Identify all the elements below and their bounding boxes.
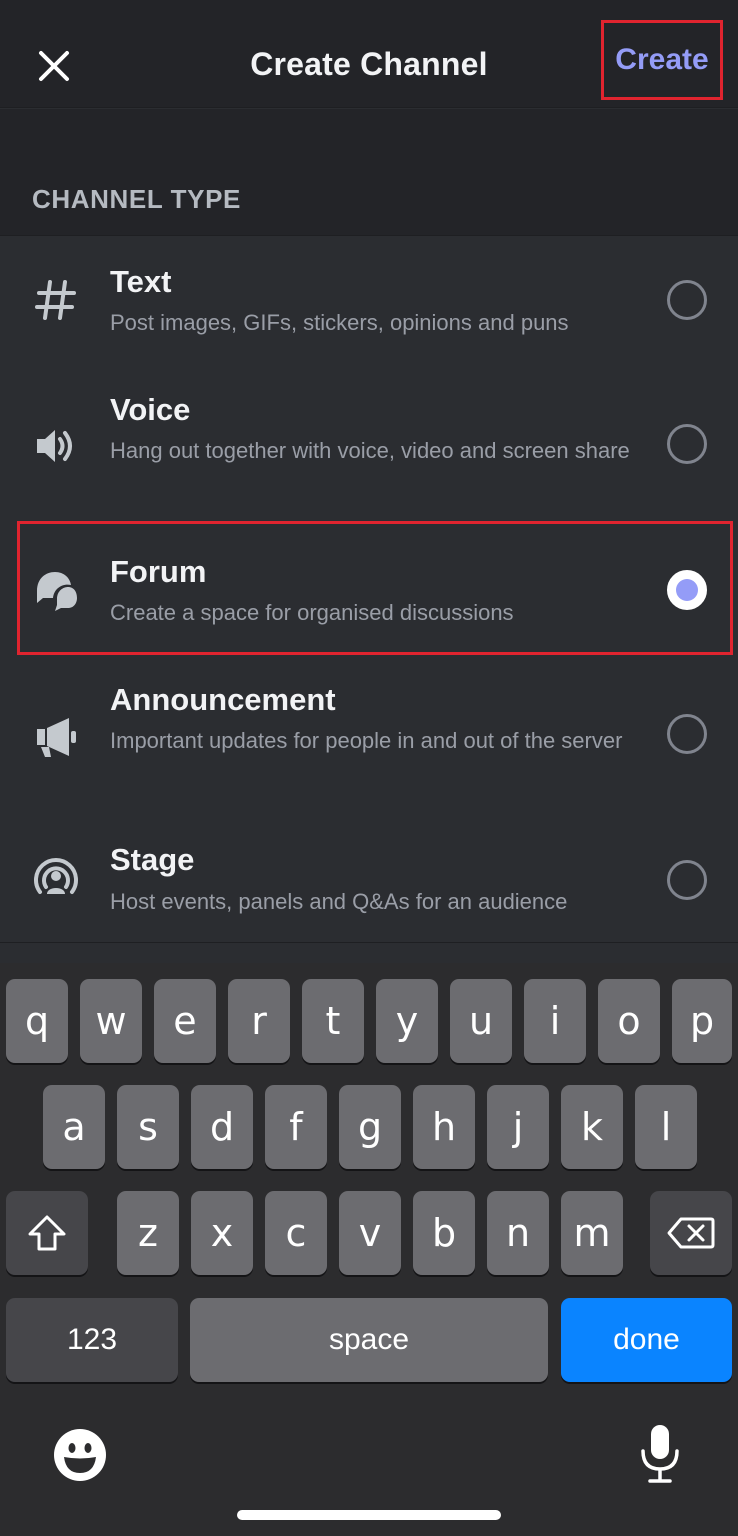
key-s[interactable]: s [117,1085,179,1169]
channel-type-description: Host events, panels and Q&As for an audi… [110,889,568,914]
radio-voice[interactable] [667,424,707,464]
space-key[interactable]: space [190,1298,548,1382]
channel-type-label: CHANNEL TYPE [32,184,241,214]
create-channel-screen: Create Channel Create CHANNEL TYPE Text … [0,0,738,1536]
key-f[interactable]: f [265,1085,327,1169]
key-a[interactable]: a [43,1085,105,1169]
radio-selected-dot [676,579,698,601]
key-j[interactable]: j [487,1085,549,1169]
hash-icon [30,274,82,326]
header-bar: Create Channel Create [0,0,738,108]
radio-stage[interactable] [667,860,707,900]
key-g[interactable]: g [339,1085,401,1169]
key-l[interactable]: l [635,1085,697,1169]
key-o[interactable]: o [598,979,660,1063]
key-y[interactable]: y [376,979,438,1063]
done-key[interactable]: done [561,1298,732,1382]
channel-type-text[interactable]: Text Post images, GIFs, stickers, opinio… [0,236,738,364]
channel-type-description: Hang out together with voice, video and … [110,438,630,463]
radio-announcement[interactable] [667,714,707,754]
radio-forum-selected[interactable] [667,570,707,610]
create-button[interactable]: Create [601,20,723,100]
emoji-button[interactable] [50,1425,110,1485]
microphone-icon [641,1425,679,1483]
home-indicator[interactable] [237,1510,501,1520]
channel-type-title: Forum [110,554,207,589]
key-z[interactable]: z [117,1191,179,1275]
key-b[interactable]: b [413,1191,475,1275]
microphone-button[interactable] [630,1421,690,1487]
keyboard: q w e r t y u i o p a s d f g h j k l z … [0,963,738,1536]
key-p[interactable]: p [672,979,732,1063]
key-d[interactable]: d [191,1085,253,1169]
shift-icon [28,1215,66,1251]
stage-icon [30,852,82,904]
megaphone-icon [30,710,82,762]
key-m[interactable]: m [561,1191,623,1275]
emoji-icon [54,1429,106,1481]
channel-type-description: Create a space for organised discussions [110,600,514,625]
key-r[interactable]: r [228,979,290,1063]
key-q[interactable]: q [6,979,68,1063]
channel-type-forum[interactable]: Forum Create a space for organised discu… [0,524,738,654]
key-u[interactable]: u [450,979,512,1063]
channel-type-title: Text [110,264,172,299]
key-h[interactable]: h [413,1085,475,1169]
channel-type-description: Important updates for people in and out … [110,728,623,753]
channel-type-stage[interactable]: Stage Host events, panels and Q&As for a… [0,830,738,942]
shift-key[interactable] [6,1191,88,1275]
backspace-icon [667,1217,715,1249]
channel-type-announcement[interactable]: Announcement Important updates for peopl… [0,668,738,808]
key-c[interactable]: c [265,1191,327,1275]
backspace-key[interactable] [650,1191,732,1275]
key-w[interactable]: w [80,979,142,1063]
forum-icon [30,564,82,616]
key-k[interactable]: k [561,1085,623,1169]
numbers-key[interactable]: 123 [6,1298,178,1382]
key-i[interactable]: i [524,979,586,1063]
section-header-bg [0,109,738,235]
channel-type-title: Announcement [110,682,336,717]
key-t[interactable]: t [302,979,364,1063]
channel-type-title: Stage [110,842,195,877]
speaker-icon [30,420,82,472]
channel-type-voice[interactable]: Voice Hang out together with voice, vide… [0,378,738,518]
radio-text[interactable] [667,280,707,320]
key-e[interactable]: e [154,979,216,1063]
key-n[interactable]: n [487,1191,549,1275]
key-x[interactable]: x [191,1191,253,1275]
key-v[interactable]: v [339,1191,401,1275]
channel-type-description: Post images, GIFs, stickers, opinions an… [110,310,569,335]
channel-type-title: Voice [110,392,191,427]
